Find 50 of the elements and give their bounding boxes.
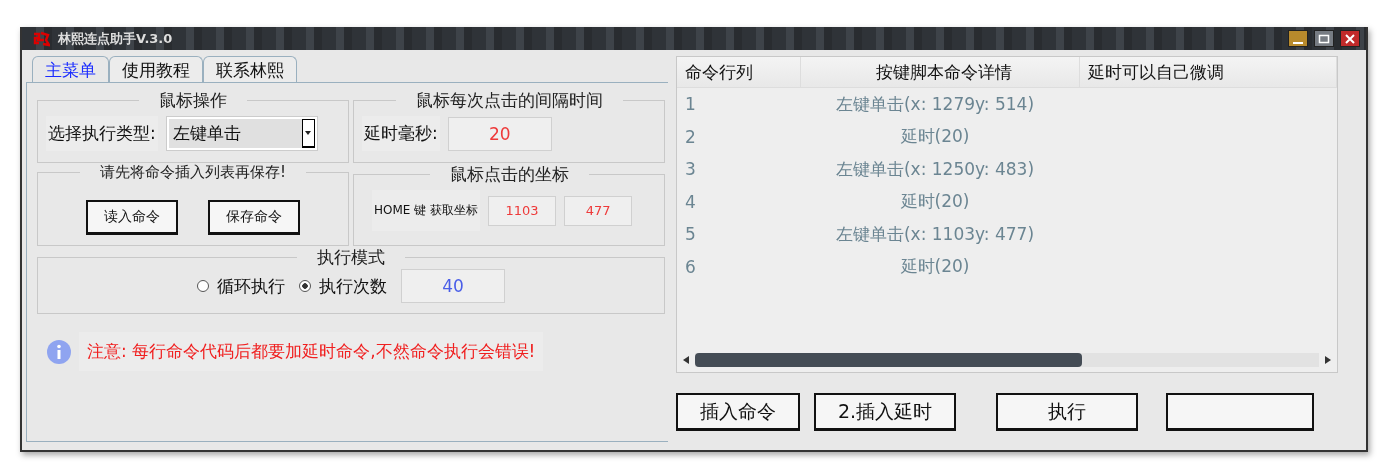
tab[interactable]: 使用教程 [109,56,203,82]
table-cell-text: 延时(20) [899,125,971,149]
type-dropdown[interactable]: 左键单击 [165,116,318,151]
scroll-right-icon[interactable] [1325,356,1331,364]
column-header[interactable]: 延时可以自己微调 [1080,57,1337,87]
hotkey-label: HOME 键 获取坐标 [372,190,481,231]
scrollbar[interactable] [695,353,1319,367]
minimize-icon [1293,41,1303,44]
minimize-button[interactable] [1288,30,1308,47]
app-icon [32,30,50,47]
table-cell-text: 延时(20) [899,255,971,279]
group-title: 执行模式 [316,246,386,269]
window-title: 林熙连点助手V.3.0 [58,29,173,48]
table-cell-text: 左键单击(x: 1103y: 477) [834,222,1036,246]
count-input[interactable]: 40 [401,269,505,303]
column-header[interactable]: 命令行列 [677,57,801,87]
caret-icon [305,131,312,135]
table-cell-text: 3 [684,159,697,180]
tab[interactable]: 联系林熙 [203,56,297,82]
table-cell-text: 5 [684,224,697,245]
field-label: 延时毫秒: [362,116,440,151]
radio-option[interactable]: 执行次数 [299,274,387,298]
command-button[interactable]: 保存命令 [208,200,300,235]
close-icon [1345,33,1355,44]
action-button[interactable]: 执行 [996,393,1139,431]
tab[interactable]: 主菜单 [32,56,109,82]
table-cell-text: 左键单击(x: 1279y: 514) [834,92,1036,116]
group-title: 鼠标每次点击的间隔时间 [414,89,604,112]
action-button[interactable] [1166,393,1315,431]
table-cell-text: 延时(20) [899,190,971,214]
scroll-left-icon[interactable] [683,356,689,364]
close-button[interactable] [1340,30,1360,47]
warning-text: 注意: 每行命令代码后都要加延时命令,不然命令执行会错误! [79,332,544,371]
table-cell-text: 6 [684,256,697,277]
group-title: 鼠标操作 [158,89,228,112]
maximize-icon [1318,33,1330,44]
group-title: 鼠标点击的坐标 [448,163,570,186]
table-cell-text: 4 [684,191,697,212]
action-button[interactable]: 插入命令 [676,393,800,431]
group-title: 请先将命令插入列表再保存! [99,163,287,182]
action-button[interactable]: 2.插入延时 [814,393,957,431]
field-label: 选择执行类型: [46,116,158,151]
table-cell-text: 左键单击(x: 1250y: 483) [834,157,1036,181]
table-cell-text: 2 [684,126,697,147]
column-header[interactable]: 按键脚本命令详情 [801,57,1080,87]
table-cell-text: 1 [684,94,697,115]
radio-option[interactable]: 循环执行 [197,274,285,298]
info-icon [47,339,71,364]
command-button[interactable]: 读入命令 [86,200,178,235]
maximize-button[interactable] [1314,30,1334,47]
